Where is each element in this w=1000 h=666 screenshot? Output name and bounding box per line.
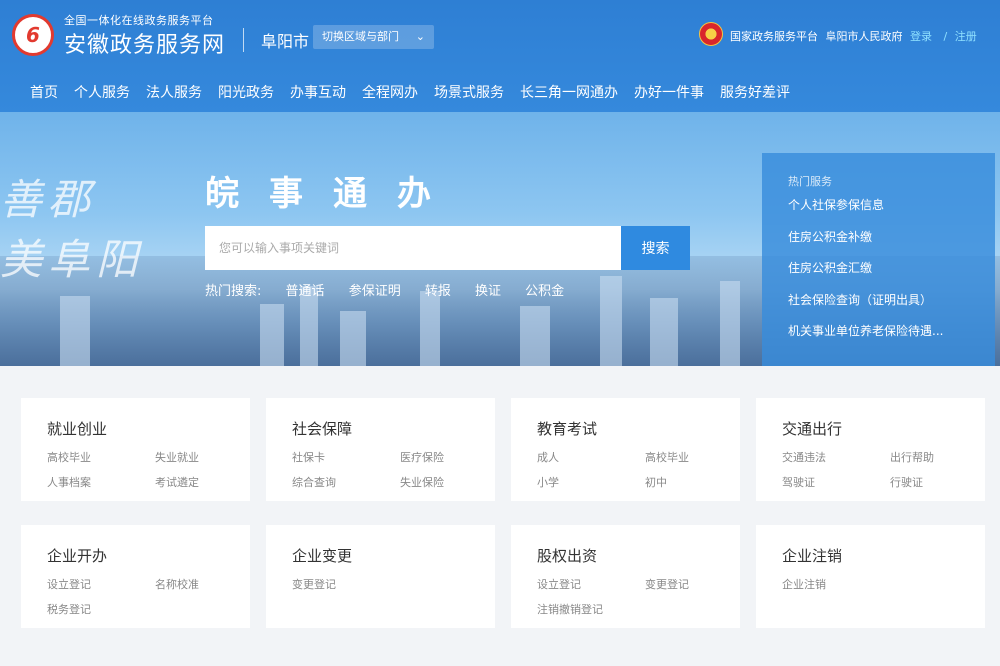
card-title[interactable]: 社会保障 <box>292 418 495 439</box>
chevron-down-icon: ⌄ <box>415 30 425 43</box>
card-link[interactable]: 小学 <box>537 474 645 490</box>
register-link[interactable]: 注册 <box>955 30 977 43</box>
nav-scenario-services[interactable]: 场景式服务 <box>434 82 504 102</box>
card-link[interactable]: 变更登记 <box>645 576 725 592</box>
service-card-employment: 就业创业 高校毕业 失业就业 人事档案 考试遴定 <box>21 398 250 501</box>
hero-banner: 善郡 美阜阳 皖事通办 搜索 热门搜索: 普通话 参保证明 转报 换证 公积金 … <box>0 112 1000 366</box>
card-link[interactable]: 税务登记 <box>47 601 155 617</box>
nav-legal-person-services[interactable]: 法人服务 <box>146 82 202 102</box>
hot-keyword[interactable]: 公积金 <box>525 284 564 299</box>
card-link[interactable]: 设立登记 <box>537 576 645 592</box>
slogan-line-1: 善郡 <box>0 175 97 224</box>
banner-title: 皖事通办 <box>205 174 461 214</box>
service-card-education: 教育考试 成人 高校毕业 小学 初中 <box>511 398 740 501</box>
nav-home[interactable]: 首页 <box>30 82 58 102</box>
link-national-platform[interactable]: 国家政务服务平台 <box>730 30 818 43</box>
nav-open-government[interactable]: 阳光政务 <box>218 82 274 102</box>
card-link[interactable]: 失业就业 <box>155 449 235 465</box>
card-link[interactable]: 企业注销 <box>782 576 890 592</box>
service-card-equity: 股权出资 设立登记 变更登记 注销撤销登记 <box>511 525 740 628</box>
card-link[interactable]: 初中 <box>645 474 725 490</box>
card-link[interactable]: 行驶证 <box>890 474 970 490</box>
card-link[interactable]: 变更登记 <box>292 576 400 592</box>
card-title[interactable]: 企业注销 <box>782 545 985 566</box>
top-links: 国家政务服务平台 阜阳市人民政府 登录 / 注册 <box>730 28 981 44</box>
card-link[interactable]: 设立登记 <box>47 576 155 592</box>
login-link[interactable]: 登录 <box>910 30 932 43</box>
card-title[interactable]: 教育考试 <box>537 418 740 439</box>
hot-service-item[interactable]: 住房公积金补缴 <box>788 227 995 259</box>
card-link[interactable]: 名称校准 <box>155 576 235 592</box>
card-link[interactable]: 医疗保险 <box>400 449 480 465</box>
card-title[interactable]: 交通出行 <box>782 418 985 439</box>
card-link[interactable]: 社保卡 <box>292 449 400 465</box>
card-title[interactable]: 企业开办 <box>47 545 250 566</box>
hot-search-bar: 热门搜索: 普通话 参保证明 转报 换证 公积金 <box>205 280 584 299</box>
search-input[interactable] <box>205 226 621 270</box>
site-logo-icon[interactable]: 6 <box>12 14 54 56</box>
card-link[interactable]: 人事档案 <box>47 474 155 490</box>
link-city-government[interactable]: 阜阳市人民政府 <box>826 30 903 43</box>
switch-region-label: 切换区域与部门 <box>322 30 399 43</box>
site-header: 6 全国一体化在线政务服务平台 安徽政务服务网 阜阳市 切换区域与部门 ⌄ 国家… <box>0 0 1000 112</box>
national-emblem-icon <box>699 22 723 46</box>
hot-service-item[interactable]: 机关事业单位养老保险待遇... <box>788 321 995 353</box>
service-card-social-security: 社会保障 社保卡 医疗保险 综合查询 失业保险 <box>266 398 495 501</box>
service-card-business-change: 企业变更 变更登记 <box>266 525 495 628</box>
card-link[interactable]: 成人 <box>537 449 645 465</box>
search-button[interactable]: 搜索 <box>621 226 690 270</box>
card-link[interactable]: 考试遴定 <box>155 474 235 490</box>
hot-services-panel: 热门服务 个人社保参保信息 住房公积金补缴 住房公积金汇缴 社会保险查询（证明出… <box>762 153 995 366</box>
card-title[interactable]: 股权出资 <box>537 545 740 566</box>
hot-service-item[interactable]: 社会保险查询（证明出具） <box>788 290 995 322</box>
card-link[interactable]: 高校毕业 <box>47 449 155 465</box>
card-title[interactable]: 就业创业 <box>47 418 250 439</box>
nav-interaction[interactable]: 办事互动 <box>290 82 346 102</box>
nav-personal-services[interactable]: 个人服务 <box>74 82 130 102</box>
slogan-line-2: 美阜阳 <box>0 235 145 284</box>
card-link[interactable]: 高校毕业 <box>645 449 725 465</box>
card-link[interactable]: 交通违法 <box>782 449 890 465</box>
service-card-business-setup: 企业开办 设立登记 名称校准 税务登记 <box>21 525 250 628</box>
card-link[interactable]: 注销撤销登记 <box>537 601 645 617</box>
hot-search-label: 热门搜索: <box>205 284 262 299</box>
current-city: 阜阳市 <box>261 32 310 51</box>
card-link[interactable]: 失业保险 <box>400 474 480 490</box>
header-divider <box>243 28 244 52</box>
service-card-deregistration: 企业注销 企业注销 <box>756 525 985 628</box>
card-link[interactable]: 综合查询 <box>292 474 400 490</box>
hot-keyword[interactable]: 普通话 <box>286 284 325 299</box>
hot-keyword[interactable]: 换证 <box>475 284 501 299</box>
hot-service-item[interactable]: 住房公积金汇缴 <box>788 258 995 290</box>
nav-one-thing[interactable]: 办好一件事 <box>634 82 704 102</box>
nav-online-processing[interactable]: 全程网办 <box>362 82 418 102</box>
banner-slogan: 善郡 美阜阳 <box>0 170 144 290</box>
nav-yangtze-delta[interactable]: 长三角一网通办 <box>520 82 618 102</box>
card-link[interactable]: 出行帮助 <box>890 449 970 465</box>
auth-separator: / <box>943 30 948 43</box>
card-link[interactable]: 驾驶证 <box>782 474 890 490</box>
hot-service-item[interactable]: 个人社保参保信息 <box>788 195 995 227</box>
switch-region-button[interactable]: 切换区域与部门 ⌄ <box>313 25 434 49</box>
hot-services-title: 热门服务 <box>788 175 832 188</box>
logo-title[interactable]: 安徽政务服务网 <box>64 27 225 59</box>
service-card-transport: 交通出行 交通违法 出行帮助 驾驶证 行驶证 <box>756 398 985 501</box>
nav-service-rating[interactable]: 服务好差评 <box>720 82 790 102</box>
hot-keyword[interactable]: 转报 <box>425 284 451 299</box>
logo-subtitle: 全国一体化在线政务服务平台 <box>64 14 214 27</box>
main-nav: 首页 个人服务 法人服务 阳光政务 办事互动 全程网办 场景式服务 长三角一网通… <box>30 82 806 102</box>
hot-keyword[interactable]: 参保证明 <box>349 284 401 299</box>
card-title[interactable]: 企业变更 <box>292 545 495 566</box>
